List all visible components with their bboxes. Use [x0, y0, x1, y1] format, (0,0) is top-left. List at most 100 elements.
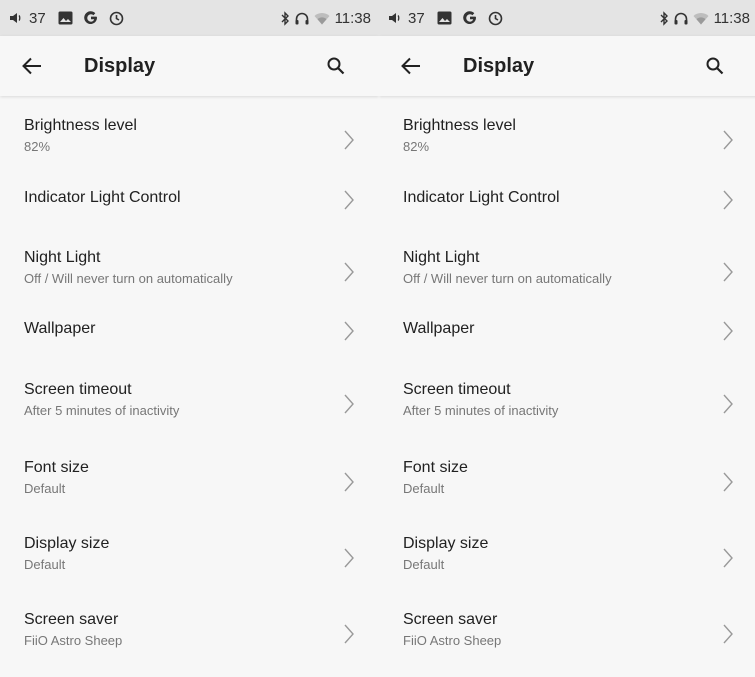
volume-icon [9, 11, 23, 25]
list-item-text: Font size Default [24, 458, 89, 498]
list-item-text: Display size Default [403, 534, 488, 574]
list-item-text: Indicator Light Control [403, 188, 560, 208]
list-item-summary: Default [24, 481, 66, 496]
list-item-title: Brightness level [403, 117, 516, 134]
chevron-right-icon [721, 127, 735, 153]
list-item[interactable]: Screen timeout After 5 minutes of inactiv… [379, 380, 755, 428]
list-item[interactable]: Night Light Off / Will never turn on auto… [0, 248, 379, 296]
page-title: Display [84, 55, 156, 77]
list-item[interactable]: Brightness level 82% [379, 116, 755, 164]
list-item-summary: FiiO Astro Sheep [24, 633, 123, 648]
arrow-left-icon[interactable] [401, 52, 429, 80]
list-item-summary: After 5 minutes of inactivity [24, 403, 180, 418]
list-item[interactable]: Night Light Off / Will never turn on auto… [379, 248, 755, 296]
app-bar: Display [379, 36, 755, 96]
list-item-summary: Default [403, 557, 445, 572]
chevron-right-icon [721, 469, 735, 495]
chevron-right-icon [342, 259, 356, 285]
list-item-title: Screen timeout [403, 381, 511, 398]
list-item[interactable]: Screen saver FiiO Astro Sheep [379, 610, 755, 658]
list-item-title: Font size [403, 459, 468, 476]
headphones-icon [674, 12, 688, 25]
chevron-right-icon [721, 318, 735, 344]
volume-level: 37 [408, 9, 425, 27]
list-item-text: Screen saver FiiO Astro Sheep [24, 610, 122, 650]
chevron-right-icon [721, 259, 735, 285]
list-item-text: Night Light Off / Will never turn on auto… [24, 248, 233, 288]
chevron-right-icon [342, 621, 356, 647]
status-bar: 37 11:38 [379, 0, 755, 36]
page-title: Display [463, 55, 535, 77]
chevron-right-icon [342, 318, 356, 344]
gallery-icon [437, 11, 452, 25]
list-item[interactable]: Wallpaper [0, 319, 379, 343]
chevron-right-icon [721, 391, 735, 417]
chevron-right-icon [721, 545, 735, 571]
list-item-title: Wallpaper [24, 320, 96, 337]
list-item-summary: Default [403, 481, 445, 496]
list-item-title: Night Light [24, 249, 101, 266]
clock: 11:38 [334, 9, 371, 27]
chevron-right-icon [342, 391, 356, 417]
app-bar: Display [0, 36, 379, 96]
list-item-summary: 82% [24, 139, 51, 154]
list-item-text: Screen timeout After 5 minutes of inactiv… [403, 380, 558, 420]
list-item-title: Display size [403, 535, 489, 552]
arrow-left-icon[interactable] [22, 52, 50, 80]
volume-level: 37 [29, 9, 46, 27]
list-item[interactable]: Indicator Light Control [0, 188, 379, 212]
sync-icon [488, 11, 503, 26]
list-item[interactable]: Screen saver FiiO Astro Sheep [0, 610, 379, 658]
list-item-summary: Off / Will never turn on automatically [24, 271, 233, 286]
bluetooth-icon [280, 10, 290, 26]
list-item-summary: Default [24, 557, 66, 572]
list-item[interactable]: Screen timeout After 5 minutes of inactiv… [0, 380, 379, 428]
list-item[interactable]: Display size Default [0, 534, 379, 582]
bluetooth-icon [659, 10, 669, 26]
list-item-title: Display size [24, 535, 110, 552]
headphones-icon [295, 12, 309, 25]
list-item[interactable]: Font size Default [379, 458, 755, 506]
chevron-right-icon [342, 545, 356, 571]
list-item[interactable]: Font size Default [0, 458, 379, 506]
list-item-text: Font size Default [403, 458, 468, 498]
list-item-summary: After 5 minutes of inactivity [403, 403, 559, 418]
status-bar: 37 11:38 [0, 0, 379, 36]
list-item-text: Display size Default [24, 534, 109, 574]
sync-icon [109, 11, 124, 26]
list-item-summary: 82% [403, 139, 430, 154]
list-item-title: Night Light [403, 249, 480, 266]
list-item-text: Brightness level 82% [403, 116, 516, 156]
list-item-summary: Off / Will never turn on automatically [403, 271, 612, 286]
chevron-right-icon [721, 621, 735, 647]
list-item-text: Night Light Off / Will never turn on auto… [403, 248, 612, 288]
search-icon[interactable] [701, 52, 729, 80]
list-item-title: Font size [24, 459, 89, 476]
chevron-right-icon [342, 469, 356, 495]
list-item-title: Screen timeout [24, 381, 132, 398]
clock: 11:38 [713, 9, 750, 27]
list-item[interactable]: Indicator Light Control [379, 188, 755, 212]
list-item[interactable]: Wallpaper [379, 319, 755, 343]
wifi-icon [314, 12, 330, 25]
chevron-right-icon [342, 187, 356, 213]
wifi-icon [693, 12, 709, 25]
list-item-title: Screen saver [24, 611, 119, 628]
search-icon[interactable] [322, 52, 350, 80]
list-item-text: Brightness level 82% [24, 116, 137, 156]
gallery-icon [58, 11, 73, 25]
list-item-title: Indicator Light Control [24, 189, 181, 206]
list-item[interactable]: Display size Default [379, 534, 755, 582]
list-item-text: Screen timeout After 5 minutes of inactiv… [24, 380, 179, 420]
volume-icon [388, 11, 402, 25]
list-item[interactable]: Brightness level 82% [0, 116, 379, 164]
list-item-text: Wallpaper [24, 319, 95, 339]
google-g-icon [462, 10, 478, 26]
google-g-icon [83, 10, 99, 26]
list-item-title: Brightness level [24, 117, 137, 134]
list-item-text: Indicator Light Control [24, 188, 181, 208]
list-item-text: Wallpaper [403, 319, 474, 339]
list-item-title: Indicator Light Control [403, 189, 560, 206]
list-item-title: Screen saver [403, 611, 498, 628]
screen-left: 37 11:38 Display Brightness level 82% In… [0, 0, 379, 677]
